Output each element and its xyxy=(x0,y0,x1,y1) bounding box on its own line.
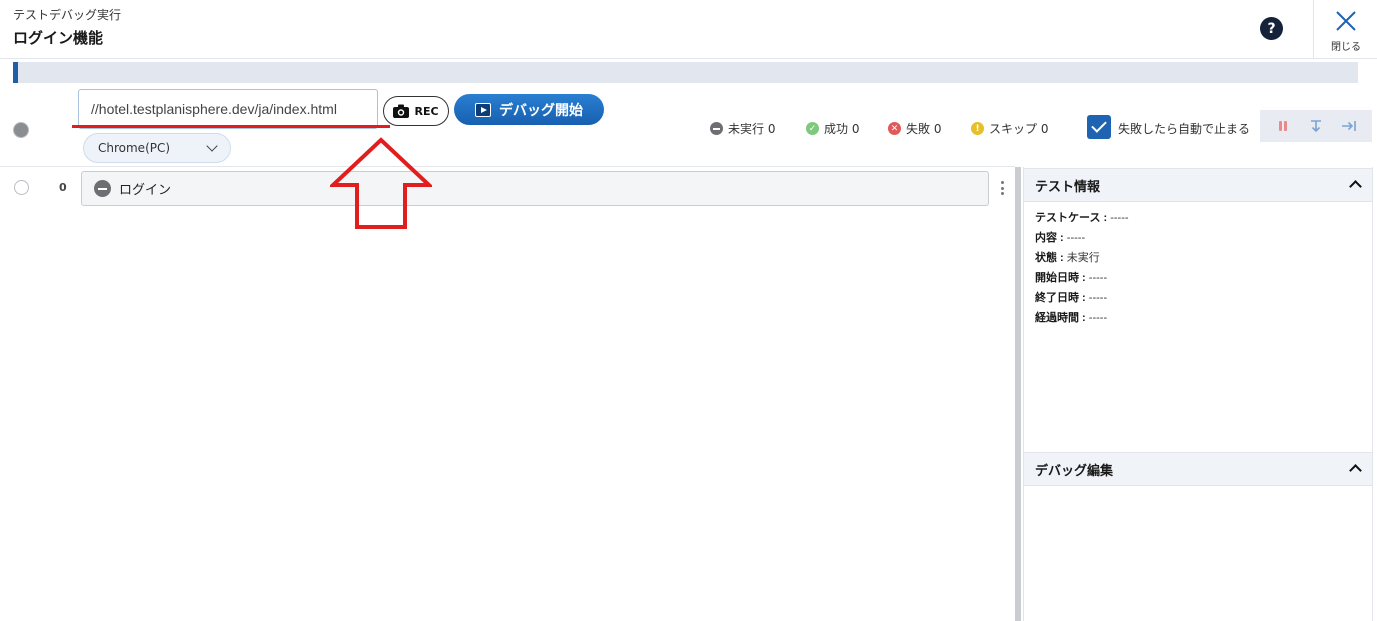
stat-not-run: 未実行 0 xyxy=(710,120,775,137)
close-button[interactable]: 閉じる xyxy=(1313,0,1377,58)
test-info-value: ----- xyxy=(1063,232,1086,244)
test-info-value: ----- xyxy=(1085,272,1108,284)
fail-icon: ✕ xyxy=(888,122,901,135)
warning-icon: ! xyxy=(971,122,984,135)
stat-not-run-label: 未実行 0 xyxy=(728,122,776,136)
chevron-up-icon xyxy=(1349,180,1362,193)
progress-bar xyxy=(13,62,1358,83)
test-info-key: 終了日時 : xyxy=(1035,292,1086,304)
header-divider xyxy=(0,58,1377,59)
stop-on-fail-label: 失敗したら自動で止まる xyxy=(1118,122,1251,136)
test-info-value: ----- xyxy=(1085,312,1108,324)
close-icon xyxy=(1336,11,1356,31)
rec-label: REC xyxy=(414,104,439,118)
progress-fill xyxy=(13,62,19,83)
camera-icon xyxy=(393,104,410,118)
test-info-key: 内容 : xyxy=(1035,232,1064,244)
test-info-key: テストケース : xyxy=(1035,212,1108,224)
step-index: 0 xyxy=(59,181,67,194)
stat-skip: ! スキップ 0 xyxy=(971,120,1048,137)
step-into-icon[interactable] xyxy=(1308,118,1324,134)
rec-button[interactable]: REC xyxy=(383,96,449,126)
test-info-key: 経過時間 : xyxy=(1035,312,1086,324)
test-info-key: 開始日時 : xyxy=(1035,272,1086,284)
test-info-key: 状態 : xyxy=(1035,252,1064,264)
pause-icon[interactable] xyxy=(1275,118,1291,134)
debug-start-button[interactable]: デバッグ開始 xyxy=(454,94,604,125)
page-subtitle: テストデバッグ実行 xyxy=(13,8,122,22)
stat-fail: ✕ 失敗 0 xyxy=(888,120,941,137)
stat-success: ✓ 成功 0 xyxy=(806,120,859,137)
annotation-underline xyxy=(72,125,390,128)
test-info-value: ----- xyxy=(1107,212,1129,224)
not-run-icon xyxy=(710,122,723,135)
debug-edit-heading: デバッグ編集 xyxy=(1035,463,1114,479)
stat-fail-label: 失敗 0 xyxy=(906,122,942,136)
annotation-arrow-icon xyxy=(330,137,432,229)
step-menu-icon[interactable] xyxy=(996,178,1008,198)
debug-edit-header[interactable]: デバッグ編集 xyxy=(1024,452,1372,486)
test-info-row: テストケース : ----- xyxy=(1035,209,1129,225)
help-button[interactable]: ? xyxy=(1260,17,1283,40)
test-info-value: ----- xyxy=(1085,292,1108,304)
controls-divider xyxy=(0,166,1015,167)
not-run-status-icon xyxy=(94,180,111,197)
test-info-header[interactable]: テスト情報 xyxy=(1024,168,1372,202)
chevron-up-icon xyxy=(1349,464,1362,477)
overall-status-indicator xyxy=(13,122,29,138)
close-label: 閉じる xyxy=(1331,42,1361,53)
url-input[interactable] xyxy=(78,89,378,129)
page-title: ログイン機能 xyxy=(13,29,104,47)
panel-resize-handle[interactable] xyxy=(1015,167,1021,621)
step-over-icon[interactable] xyxy=(1341,118,1357,134)
step-select-radio[interactable] xyxy=(14,180,29,195)
side-panel: テスト情報 テストケース : ----- 内容 : ----- 状態 : 未実行 開始… xyxy=(1023,167,1373,621)
play-icon xyxy=(475,102,491,117)
check-icon: ✓ xyxy=(806,122,819,135)
stat-skip-label: スキップ 0 xyxy=(989,122,1049,136)
test-info-row: 終了日時 : ----- xyxy=(1035,289,1107,305)
test-info-row: 状態 : 未実行 xyxy=(1035,249,1100,265)
test-info-heading: テスト情報 xyxy=(1035,179,1101,195)
stat-success-label: 成功 0 xyxy=(824,122,860,136)
run-controls xyxy=(1260,110,1372,142)
stop-on-fail-checkbox[interactable] xyxy=(1087,115,1111,139)
test-info-value: 未実行 xyxy=(1063,252,1100,264)
debug-start-label: デバッグ開始 xyxy=(499,102,583,119)
browser-select[interactable]: Chrome(PC) xyxy=(83,133,231,163)
browser-select-value: Chrome(PC) xyxy=(98,141,171,155)
test-info-row: 開始日時 : ----- xyxy=(1035,269,1107,285)
test-info-row: 経過時間 : ----- xyxy=(1035,309,1107,325)
step-item[interactable]: ログイン xyxy=(81,171,989,206)
test-info-row: 内容 : ----- xyxy=(1035,229,1085,245)
chevron-down-icon xyxy=(206,140,218,152)
debug-run-window: テストデバッグ実行 ログイン機能 ? 閉じる REC デバッグ開始 Chrome… xyxy=(0,0,1377,621)
step-label: ログイン xyxy=(119,183,172,198)
